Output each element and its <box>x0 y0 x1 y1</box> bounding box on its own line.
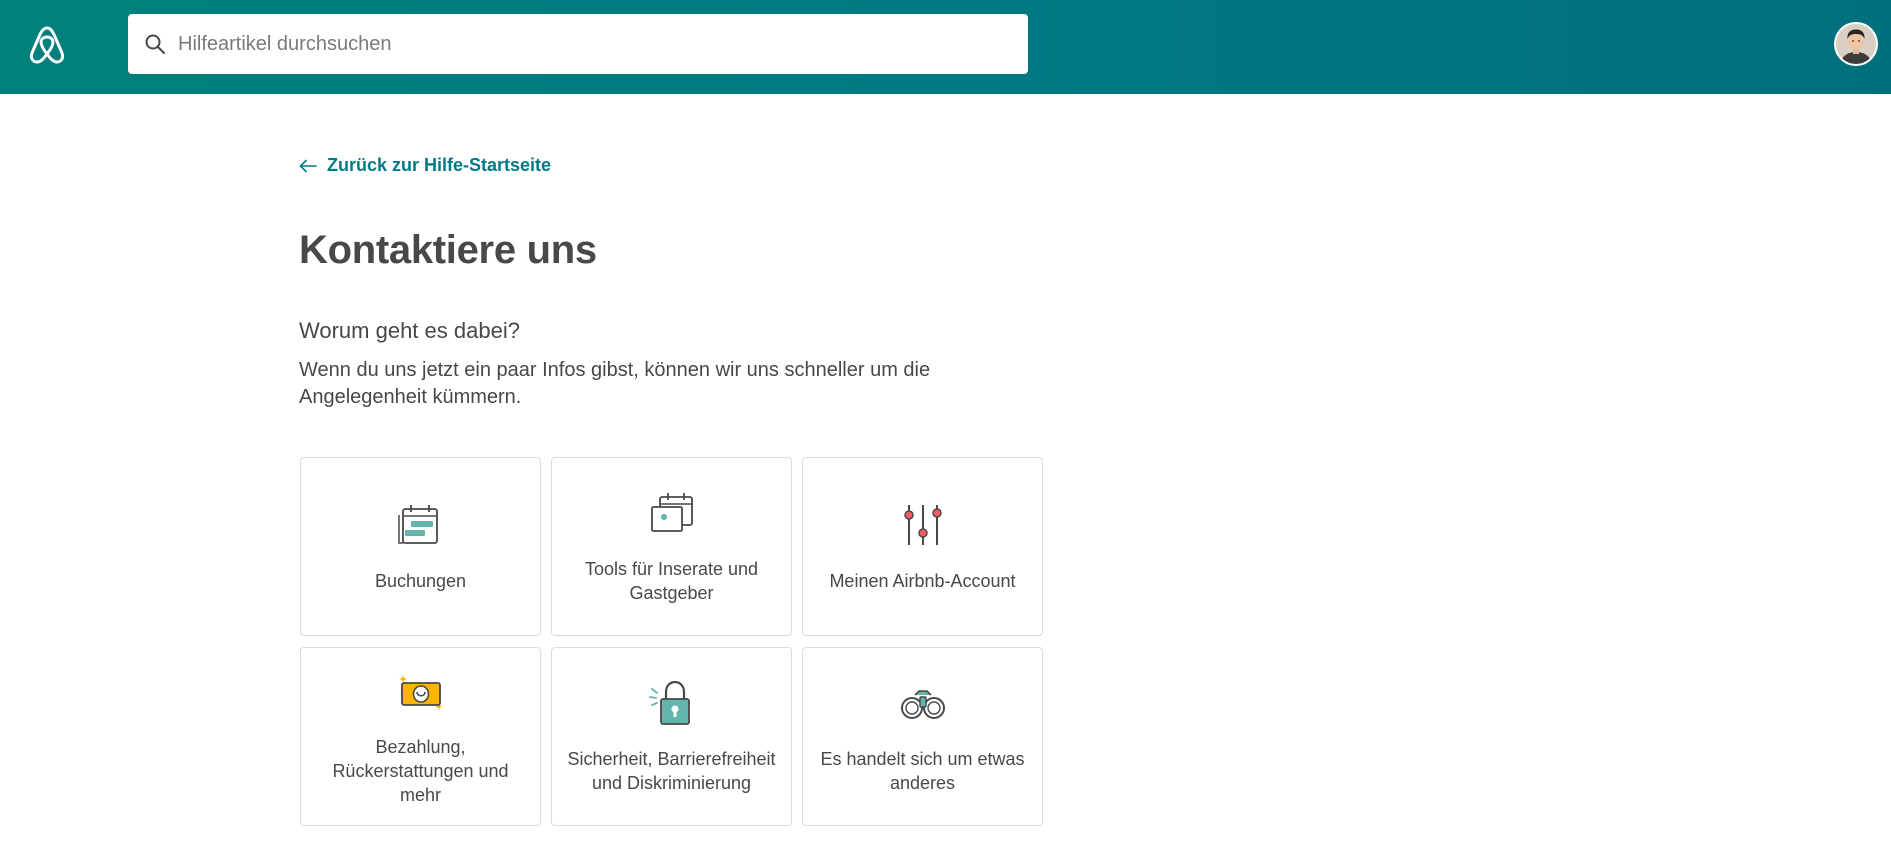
airbnb-logo-icon[interactable] <box>26 24 68 66</box>
topic-label: Buchungen <box>374 570 467 591</box>
back-to-help-home-link[interactable]: Zurück zur Hilfe-Startseite <box>299 155 551 176</box>
binoculars-icon <box>900 689 945 719</box>
topic-label: Bezahlung, Rückerstattungen und mehr <box>332 736 509 805</box>
topic-card-safety[interactable]: Sicherheit, Barrierefreiheit und Diskrim… <box>551 647 792 826</box>
topic-label: Es handelt sich um etwas anderes <box>820 748 1025 793</box>
topic-label: Sicherheit, Barrierefreiheit und Diskrim… <box>567 748 776 793</box>
topic-grid: Buchungen Tools für Inserate und Gastgeb… <box>300 457 1043 826</box>
padlock-icon <box>648 680 690 725</box>
topic-card-account[interactable]: Meinen Airbnb-Account <box>802 457 1043 636</box>
topic-card-bookings[interactable]: Buchungen <box>300 457 541 636</box>
top-header <box>0 0 1891 94</box>
arrow-left-icon <box>299 159 317 172</box>
sliders-icon <box>903 504 942 545</box>
topic-label: Tools für Inserate und Gastgeber <box>584 558 759 603</box>
calendar-booking-icon <box>397 504 438 544</box>
search-input[interactable] <box>178 24 998 64</box>
topic-card-other[interactable]: Es handelt sich um etwas anderes <box>802 647 1043 826</box>
calendar-photo-icon <box>650 492 693 532</box>
search-icon <box>145 34 165 54</box>
back-link-label: Zurück zur Hilfe-Startseite <box>327 155 552 175</box>
search-bar[interactable] <box>128 14 1028 74</box>
avatar-portrait-icon <box>1836 24 1876 64</box>
topic-card-payments[interactable]: Bezahlung, Rückerstattungen und mehr <box>300 647 541 826</box>
user-avatar[interactable] <box>1836 24 1876 64</box>
page-title: Kontaktiere uns <box>299 228 597 272</box>
topic-card-listing-tools[interactable]: Tools für Inserate und Gastgeber <box>551 457 792 636</box>
section-description: Wenn du uns jetzt ein paar Infos gibst, … <box>299 359 931 408</box>
section-title: Worum geht es dabei? <box>299 318 520 343</box>
money-icon <box>398 674 442 710</box>
topic-label: Meinen Airbnb-Account <box>829 570 1016 591</box>
